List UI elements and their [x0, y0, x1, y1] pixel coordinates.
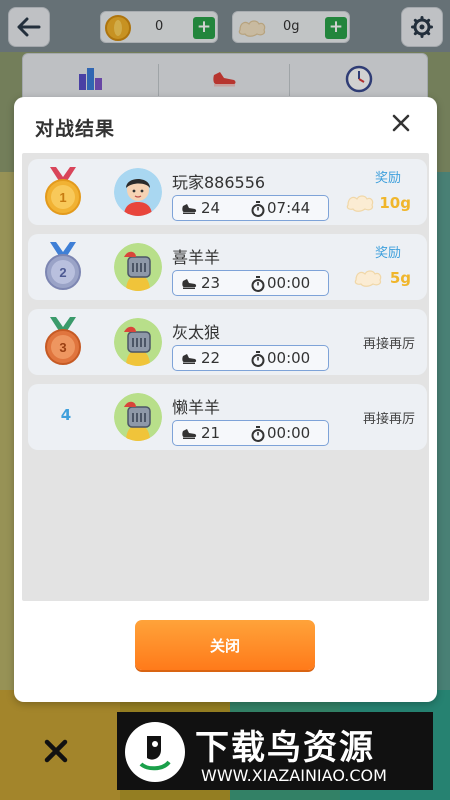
- steps-count: 23: [201, 274, 221, 292]
- bronze-medal-icon: 3: [45, 317, 81, 365]
- stopwatch-icon: [251, 351, 265, 367]
- time-value: 00:00: [267, 424, 311, 442]
- result-row: 4 懒羊羊 21 00:00 再接再厉: [28, 384, 427, 450]
- battle-result-dialog: 对战结果 1 玩家886556 24 07:44 奖励 10g 2 喜羊羊 23…: [14, 97, 437, 702]
- bread-icon: [346, 195, 374, 212]
- steps-count: 22: [201, 349, 221, 367]
- dialog-close-x-button[interactable]: [387, 109, 415, 137]
- encouragement-text: 再接再厉: [362, 412, 415, 427]
- gold-medal-icon: 1: [45, 167, 81, 215]
- knight-avatar-icon: [114, 393, 162, 441]
- player-name: 灰太狼: [172, 323, 221, 342]
- stats-box: 21 00:00: [172, 420, 329, 446]
- close-icon: [44, 739, 68, 763]
- knight-avatar: [114, 243, 162, 291]
- silver-medal-icon: 2: [45, 242, 81, 290]
- shoe-icon: [182, 279, 197, 289]
- dialog-title: 对战结果: [35, 118, 116, 140]
- close-button[interactable]: 关闭: [135, 620, 315, 670]
- knight-avatar: [114, 393, 162, 441]
- knight-avatar-icon: [114, 318, 162, 366]
- bird-logo-icon: [125, 722, 185, 782]
- knight-avatar-icon: [114, 243, 162, 291]
- stopwatch-icon: [251, 426, 265, 442]
- shoe-icon: [182, 204, 197, 214]
- stopwatch-icon: [251, 201, 265, 217]
- reward-amount: 10g: [345, 191, 411, 217]
- encouragement-text: 再接再厉: [362, 337, 415, 352]
- reward-label: 奖励: [374, 246, 401, 261]
- medal-rank: 1: [59, 190, 66, 205]
- knight-avatar: [114, 318, 162, 366]
- player-avatar: [114, 168, 162, 216]
- reward-value: 5g: [389, 269, 411, 287]
- medal-rank: 2: [59, 265, 66, 280]
- time-value: 07:44: [267, 199, 311, 217]
- exit-button[interactable]: [40, 735, 72, 767]
- watermark-title: 下载鸟资源: [195, 728, 375, 768]
- result-list: 1 玩家886556 24 07:44 奖励 10g 2 喜羊羊 23 00:0…: [22, 153, 429, 601]
- watermark-url: WWW.XIAZAINIAO.COM: [201, 766, 387, 785]
- reward-amount: 5g: [353, 266, 411, 292]
- site-watermark: 下载鸟资源 WWW.XIAZAINIAO.COM: [117, 712, 433, 790]
- steps-count: 21: [201, 424, 221, 442]
- player-name: 喜羊羊: [172, 248, 221, 267]
- close-icon: [392, 114, 410, 132]
- shoe-icon: [182, 354, 197, 364]
- medal-rank: 3: [59, 340, 66, 355]
- time-value: 00:00: [267, 349, 311, 367]
- boy-avatar-icon: [114, 168, 162, 216]
- player-name: 懒羊羊: [172, 398, 221, 417]
- result-row: 2 喜羊羊 23 00:00 奖励 5g: [28, 234, 427, 300]
- bread-icon: [354, 270, 382, 287]
- shoe-icon: [182, 429, 197, 439]
- time-value: 00:00: [267, 274, 311, 292]
- result-row: 3 灰太狼 22 00:00 再接再厉: [28, 309, 427, 375]
- player-name: 玩家886556: [172, 173, 266, 192]
- reward-value: 10g: [379, 194, 411, 212]
- stats-box: 23 00:00: [172, 270, 329, 296]
- reward-label: 奖励: [374, 171, 401, 186]
- stopwatch-icon: [251, 276, 265, 292]
- result-row: 1 玩家886556 24 07:44 奖励 10g: [28, 159, 427, 225]
- stats-box: 22 00:00: [172, 345, 329, 371]
- rank-number: 4: [60, 406, 72, 424]
- stats-box: 24 07:44: [172, 195, 329, 221]
- steps-count: 24: [201, 199, 221, 217]
